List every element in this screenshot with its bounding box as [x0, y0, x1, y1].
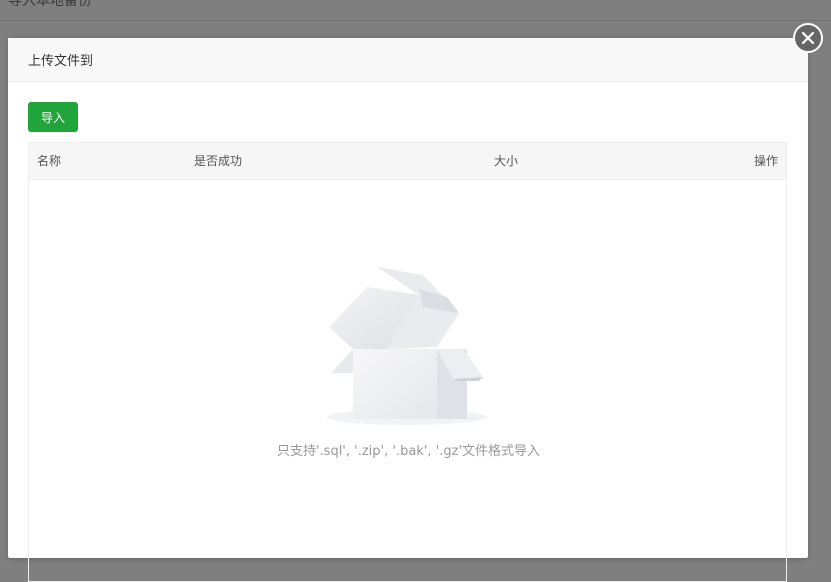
column-header-ops: 操作: [753, 154, 778, 168]
column-header-success: 是否成功: [194, 154, 243, 168]
modal-header: 上传文件到: [8, 38, 808, 82]
upload-modal: 上传文件到 导入 名称 是否成功 大小 操作 只支持'.sql', '.zip'…: [8, 38, 808, 582]
empty-box-icon: [327, 267, 489, 437]
table-header: 名称 是否成功 大小 操作: [29, 143, 786, 180]
close-modal-button[interactable]: [793, 23, 823, 53]
column-header-size: 大小: [494, 154, 519, 168]
empty-state-text: 只支持'.sql', '.zip', '.bak', '.gz'文件格式导入: [276, 444, 541, 459]
close-icon: [801, 31, 815, 45]
column-header-name: 名称: [37, 154, 62, 168]
modal-title: 上传文件到: [28, 54, 94, 69]
background-divider: [0, 20, 831, 21]
background-page-title: 导入本地备份: [8, 0, 92, 9]
file-table: 名称 是否成功 大小 操作 只支持'.sql', '.zip', '.bak',…: [28, 142, 787, 582]
import-button[interactable]: 导入: [28, 102, 78, 132]
